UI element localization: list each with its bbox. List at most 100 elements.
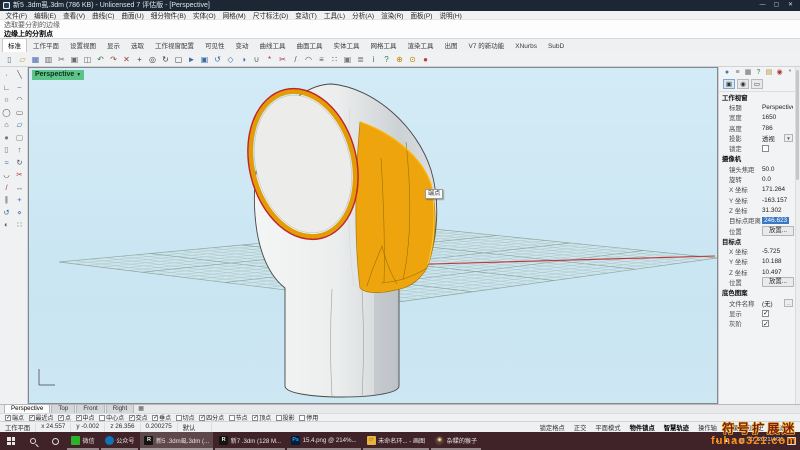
- ribbon-tab[interactable]: XNurbs: [510, 42, 542, 52]
- osnap-option[interactable]: 垂点: [152, 413, 171, 422]
- start-button[interactable]: [0, 432, 22, 450]
- osnap-option[interactable]: 节点: [228, 413, 248, 422]
- open-file-icon[interactable]: ▱: [16, 53, 29, 66]
- ribbon-tab[interactable]: 出图: [440, 39, 463, 52]
- tray-security-icon[interactable]: ▲: [723, 432, 729, 450]
- panel-tab-properties-icon[interactable]: ●: [723, 69, 731, 77]
- undo-icon[interactable]: ↶: [94, 53, 107, 66]
- model-shell[interactable]: [233, 77, 438, 398]
- scale-icon[interactable]: ◇: [224, 53, 237, 66]
- status-toggle[interactable]: 物件锁点: [625, 423, 659, 432]
- panel-tab-settings-icon[interactable]: *: [786, 69, 794, 77]
- help-icon[interactable]: ?: [380, 53, 393, 66]
- panel-row-value[interactable]: 171.264: [762, 186, 793, 193]
- move-tool-icon[interactable]: +: [13, 194, 26, 207]
- panel-row-value[interactable]: 透视: [762, 134, 784, 143]
- panel-scrollbar[interactable]: [795, 67, 800, 404]
- dropdown-arrow-icon[interactable]: ▼: [784, 134, 793, 143]
- ribbon-tab[interactable]: 设置视图: [65, 39, 101, 52]
- tray-ime-icon[interactable]: 中: [748, 432, 754, 450]
- redo-icon[interactable]: ↷: [107, 53, 120, 66]
- menu-item[interactable]: 变动(T): [292, 10, 321, 20]
- status-toggle[interactable]: 平面模式: [591, 423, 625, 432]
- rotate-view-icon[interactable]: ↻: [159, 53, 172, 66]
- taskbar-paint[interactable]: ▱ 未命名环... - 画图: [362, 432, 430, 450]
- osnap-checkbox[interactable]: [28, 414, 35, 421]
- paste-icon[interactable]: ◫: [81, 53, 94, 66]
- panel-tab-materials-icon[interactable]: ◉: [776, 69, 784, 77]
- osnap-option[interactable]: 交点: [128, 413, 148, 422]
- menu-item[interactable]: 面板(P): [407, 10, 436, 20]
- viewport-canvas-3d[interactable]: Perspective ▼ 端点: [28, 67, 718, 404]
- ribbon-tab[interactable]: 可见性: [200, 39, 230, 52]
- osnap-option[interactable]: 点: [58, 413, 71, 422]
- split-tool-icon[interactable]: /: [0, 182, 13, 195]
- point-tool-icon[interactable]: ·: [0, 69, 13, 82]
- viewport-tab[interactable]: Perspective: [4, 404, 51, 413]
- panel-row-value[interactable]: 31.302: [762, 207, 793, 214]
- osnap-option[interactable]: 投影: [275, 413, 295, 422]
- osnap-option[interactable]: 最近点: [28, 413, 54, 422]
- menu-item[interactable]: 渲染(R): [378, 10, 407, 20]
- offset-tool-icon[interactable]: ∥: [0, 194, 13, 207]
- panel-row-value[interactable]: 1650: [762, 114, 793, 121]
- curve-tool-icon[interactable]: ~: [13, 82, 26, 95]
- cut-icon[interactable]: ✂: [55, 53, 68, 66]
- osnap-option[interactable]: 端点: [5, 413, 24, 422]
- dropdown-arrow-icon[interactable]: …: [784, 299, 793, 308]
- delete-icon[interactable]: ✕: [120, 53, 133, 66]
- save-file-icon[interactable]: ▦: [29, 53, 42, 66]
- new-file-icon[interactable]: ▯: [3, 53, 16, 66]
- osnap-checkbox[interactable]: [99, 414, 106, 421]
- cortana-button[interactable]: [44, 432, 66, 450]
- status-toggle[interactable]: 过滤器: [768, 423, 796, 432]
- status-toggle[interactable]: 操作轴: [693, 423, 721, 432]
- panel-camera-icon[interactable]: ◉: [737, 79, 749, 89]
- ribbon-tab[interactable]: SubD: [543, 42, 569, 52]
- tray-network-icon[interactable]: ▥: [739, 432, 745, 450]
- copy-icon[interactable]: ▣: [68, 53, 81, 66]
- panel-tab-help-icon[interactable]: ?: [755, 69, 763, 77]
- taskbar-search-button[interactable]: [22, 432, 44, 450]
- pan-icon[interactable]: +: [133, 53, 146, 66]
- osnap-checkbox[interactable]: [199, 414, 205, 421]
- box-tool-icon[interactable]: ▢: [13, 132, 26, 145]
- menu-item[interactable]: 文件(F): [2, 10, 31, 20]
- menu-item[interactable]: 网格(M): [219, 10, 249, 20]
- ribbon-tab[interactable]: 曲面工具: [292, 39, 328, 52]
- taskbar-rhino-file-5[interactable]: R 新5 .3dm虱.3dm (...: [140, 432, 214, 450]
- viewport-tab[interactable]: Right: [105, 404, 135, 413]
- split-icon[interactable]: /: [289, 53, 302, 66]
- menu-item[interactable]: 编辑(E): [31, 10, 60, 20]
- print-icon[interactable]: ▥: [42, 53, 55, 66]
- taskbar-rhino-file-7[interactable]: R 新7 .3dm (128 M...: [215, 432, 286, 450]
- taskbar-official-account[interactable]: 公众号: [100, 432, 139, 450]
- zoom-icon[interactable]: ◎: [146, 53, 159, 66]
- ribbon-tab[interactable]: 标准: [2, 38, 27, 52]
- ribbon-tab[interactable]: 显示: [102, 39, 125, 52]
- osnap-option[interactable]: 停用: [299, 413, 318, 422]
- viewport-title-menu[interactable]: Perspective ▼: [32, 70, 85, 80]
- ribbon-tab[interactable]: 工作视窗配置: [150, 39, 199, 52]
- osnap-toggle-icon[interactable]: ⊙: [406, 53, 419, 66]
- trim-icon[interactable]: ✂: [276, 53, 289, 66]
- circle-tool-icon[interactable]: ○: [0, 94, 13, 107]
- copy-object-icon[interactable]: ▣: [198, 53, 211, 66]
- tray-chevron-icon[interactable]: ∧: [715, 432, 719, 450]
- menu-item[interactable]: 曲面(U): [118, 10, 147, 20]
- join-icon[interactable]: ∪: [250, 53, 263, 66]
- ribbon-tab[interactable]: 实体工具: [329, 39, 365, 52]
- panel-row-value[interactable]: 786: [762, 125, 793, 132]
- panel-checkbox[interactable]: [762, 145, 769, 153]
- osnap-checkbox[interactable]: [275, 414, 282, 421]
- tray-volume-icon[interactable]: ♪: [733, 432, 736, 450]
- surface-tool-icon[interactable]: ▱: [13, 119, 26, 132]
- osnap-checkbox[interactable]: [128, 414, 135, 421]
- place-button[interactable]: 放置...: [762, 226, 794, 236]
- polyline-tool-icon[interactable]: ∟: [0, 82, 13, 95]
- osnap-checkbox[interactable]: [228, 414, 235, 421]
- osnap-option[interactable]: 顶点: [252, 413, 271, 422]
- ribbon-tab[interactable]: V7 的新功能: [464, 39, 510, 52]
- ribbon-tab[interactable]: 工作平面: [28, 39, 64, 52]
- status-toggle[interactable]: 智慧轨迹: [659, 423, 693, 432]
